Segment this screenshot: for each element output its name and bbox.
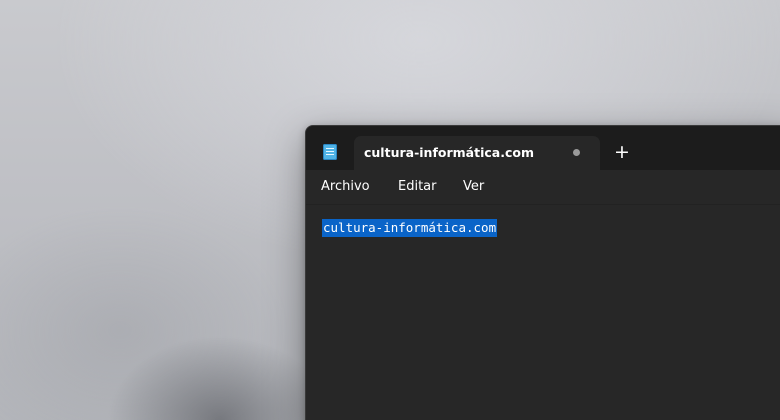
title-bar[interactable]: cultura-informática.com + [306,126,780,170]
unsaved-dot-icon[interactable] [573,149,580,156]
tab-title: cultura-informática.com [364,145,534,160]
menu-archivo[interactable]: Archivo [321,179,370,194]
notepad-icon [323,144,337,160]
menu-editar[interactable]: Editar [398,179,437,194]
notepad-window: cultura-informática.com + Archivo Editar… [305,125,780,420]
menu-ver[interactable]: Ver [463,179,484,194]
document-tab[interactable]: cultura-informática.com [354,136,600,170]
menu-bar: Archivo Editar Ver [306,170,780,205]
new-tab-button[interactable]: + [610,142,634,164]
text-editor-area[interactable]: cultura-informática.com [306,205,780,420]
selected-text[interactable]: cultura-informática.com [322,219,498,237]
